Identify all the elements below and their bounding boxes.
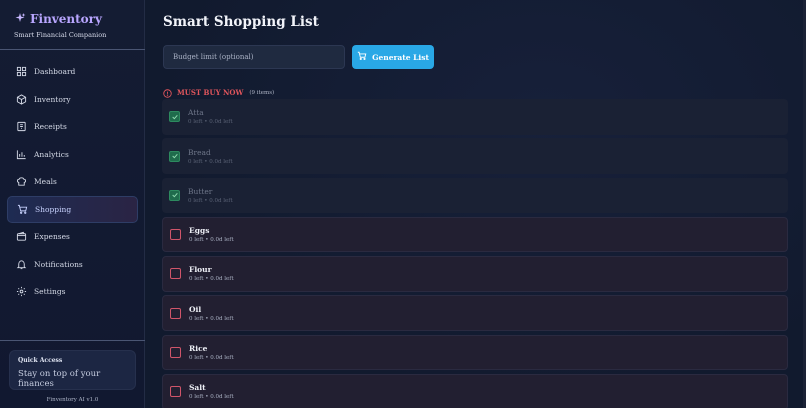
item-meta: 0 left • 0.0d left <box>189 355 234 362</box>
checkbox-unchecked[interactable] <box>170 307 181 319</box>
list-item[interactable]: Eggs 0 left • 0.0d left <box>162 216 788 253</box>
list-item[interactable]: Salt 0 left • 0.0d left <box>162 374 788 408</box>
nav-label: Meals <box>34 177 57 187</box>
item-name: Butter <box>188 186 213 196</box>
nav-label: Expenses <box>34 232 70 242</box>
nav-label: Receipts <box>34 122 67 132</box>
chart-icon <box>16 149 27 160</box>
sidebar-divider <box>0 49 145 50</box>
generate-list-label: Generate List <box>372 52 429 62</box>
nav-label: Dashboard <box>34 67 76 77</box>
checkbox-checked[interactable] <box>169 111 180 123</box>
nav-label: Shopping <box>35 204 72 214</box>
bell-icon <box>16 259 27 270</box>
quick-access-text: Stay on top of your finances <box>18 369 101 389</box>
item-name: Salt <box>189 383 206 393</box>
nav-item-notifications[interactable]: Notifications <box>7 251 138 279</box>
sparkle-icon <box>14 9 26 28</box>
nav-label: Analytics <box>34 149 69 159</box>
nav-item-settings[interactable]: Settings <box>7 278 138 306</box>
nav-menu: Dashboard Inventory Receipts Analytics M… <box>7 58 138 306</box>
quick-access-card[interactable]: Quick Access Stay on top of your finance… <box>9 350 136 390</box>
nav-label: Notifications <box>34 259 83 269</box>
checkbox-unchecked[interactable] <box>170 347 181 359</box>
main-content: Smart Shopping List Generate List MUST B… <box>146 0 806 408</box>
item-name: Eggs <box>189 226 210 236</box>
checkbox-unchecked[interactable] <box>170 229 181 241</box>
checkbox-unchecked[interactable] <box>170 268 181 280</box>
nav-item-shopping[interactable]: Shopping <box>7 195 138 223</box>
quick-access-title: Quick Access <box>18 357 63 364</box>
nav-item-dashboard[interactable]: Dashboard <box>7 58 138 86</box>
item-name: Atta <box>188 108 204 118</box>
nav-item-expenses[interactable]: Expenses <box>7 223 138 251</box>
box-icon <box>16 94 27 105</box>
item-meta: 0 left • 0.0d left <box>189 315 234 322</box>
sidebar: Finventory Smart Financial Companion Das… <box>0 0 145 408</box>
generate-list-button[interactable]: Generate List <box>352 45 434 69</box>
list-item[interactable]: Atta 0 left • 0.0d left <box>162 99 788 135</box>
section-count: (9 items) <box>249 89 275 96</box>
shopping-list: Atta 0 left • 0.0d left Bread 0 left • 0.0… <box>162 99 788 408</box>
chef-hat-icon <box>16 176 27 187</box>
app-version: Finventory AI v1.0 <box>46 397 99 403</box>
brand-title: Finventory <box>30 11 102 26</box>
item-name: Flour <box>189 265 212 275</box>
checkbox-checked[interactable] <box>169 150 180 162</box>
checkbox-unchecked[interactable] <box>170 386 181 398</box>
section-title: MUST BUY NOW <box>177 88 244 97</box>
brand-subtitle: Smart Financial Companion <box>14 31 107 39</box>
item-name: Rice <box>189 344 208 354</box>
checkbox-checked[interactable] <box>169 189 180 201</box>
item-meta: 0 left • 0.0d left <box>189 276 234 283</box>
nav-item-analytics[interactable]: Analytics <box>7 141 138 169</box>
brand: Finventory Smart Financial Companion <box>14 9 107 40</box>
cart-icon <box>17 204 28 215</box>
item-meta: 0 left • 0.0d left <box>188 197 233 204</box>
list-item[interactable]: Rice 0 left • 0.0d left <box>162 334 788 371</box>
budget-input[interactable] <box>163 45 345 69</box>
item-name: Bread <box>188 147 211 157</box>
list-item[interactable]: Bread 0 left • 0.0d left <box>162 138 788 174</box>
list-item[interactable]: Butter 0 left • 0.0d left <box>162 177 788 214</box>
gear-icon <box>16 286 27 297</box>
item-meta: 0 left • 0.0d left <box>189 237 234 244</box>
item-meta: 0 left • 0.0d left <box>188 158 233 165</box>
nav-label: Inventory <box>34 94 71 104</box>
wallet-icon <box>16 231 27 242</box>
dashboard-icon <box>16 66 27 77</box>
list-item[interactable]: Oil 0 left • 0.0d left <box>162 295 788 331</box>
nav-item-inventory[interactable]: Inventory <box>7 86 138 114</box>
nav-label: Settings <box>34 287 66 297</box>
item-name: Oil <box>189 304 202 314</box>
item-meta: 0 left • 0.0d left <box>188 119 233 126</box>
item-meta: 0 left • 0.0d left <box>189 394 234 401</box>
cart-icon <box>357 51 367 63</box>
nav-item-meals[interactable]: Meals <box>7 168 138 196</box>
nav-item-receipts[interactable]: Receipts <box>7 113 138 141</box>
list-item[interactable]: Flour 0 left • 0.0d left <box>162 256 788 292</box>
receipt-icon <box>16 121 27 132</box>
page-title: Smart Shopping List <box>163 14 319 30</box>
sidebar-divider <box>0 340 145 341</box>
